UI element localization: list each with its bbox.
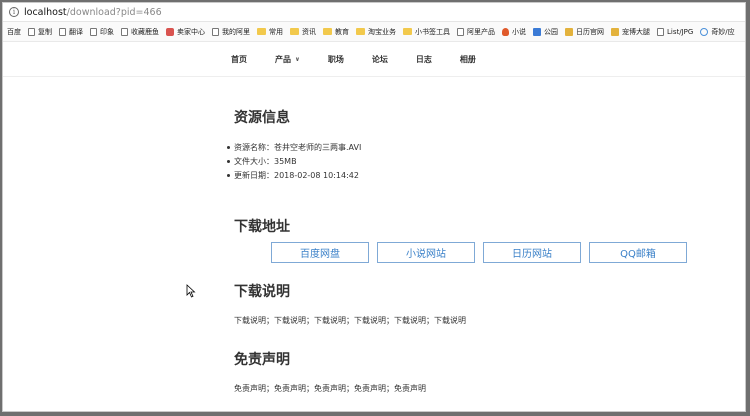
bookmark-item[interactable]: 我的阿里 [212, 27, 250, 37]
bookmark-item[interactable]: 日历官网 [565, 27, 604, 37]
bookmark-label: 翻译 [69, 27, 83, 36]
bookmark-item[interactable]: 常用 [257, 27, 283, 37]
yellow-icon [565, 27, 573, 36]
folder-icon [290, 28, 299, 35]
nav-label: 论坛 [371, 54, 388, 64]
flame-icon [502, 27, 509, 36]
bookmark-item[interactable]: 资讯 [290, 27, 316, 37]
bookmark-label: 淘宝业务 [368, 27, 396, 36]
page-icon [457, 27, 464, 36]
bookmark-label: 我的阿里 [222, 27, 250, 36]
bookmark-item[interactable]: 公园 [533, 27, 558, 37]
file-size: 文件大小：35MB [227, 155, 694, 169]
section-disclaimer: 免责声明 免责声明；免责声明；免责声明；免责声明；免责声明 [234, 349, 694, 394]
main-content: 资源信息 资源名称：苍井空老师的三两事.AVI 文件大小：35MB 更新日期：2… [227, 107, 694, 394]
bookmark-item[interactable]: 教育 [323, 27, 349, 37]
instructions-heading: 下载说明 [234, 284, 290, 300]
bookmark-label: 宠博大腿 [622, 27, 650, 36]
page-icon [657, 27, 664, 36]
bookmark-label: 收藏鹿鱼 [131, 27, 159, 36]
bookmark-item[interactable]: List/JPG [657, 27, 694, 36]
info-icon[interactable]: i [9, 7, 19, 17]
bookmark-label: 复制 [38, 27, 52, 36]
bookmark-label: 公园 [544, 27, 558, 36]
blue-icon [533, 27, 541, 36]
bookmark-label: 教育 [335, 27, 349, 36]
bookmark-label: 百度 [7, 27, 21, 36]
bookmark-item[interactable]: 宠博大腿 [611, 27, 650, 37]
resource-info-heading: 资源信息 [234, 110, 290, 126]
nav-item-5[interactable]: 相册 [460, 54, 476, 65]
globe-icon [700, 27, 709, 36]
nav-label: 相册 [459, 54, 476, 64]
page-icon [28, 27, 35, 36]
bookmark-label: 常用 [269, 27, 283, 36]
bookmark-label: 小说 [512, 27, 526, 36]
bookmark-item[interactable]: 卖家中心 [166, 27, 205, 37]
resource-info-list: 资源名称：苍井空老师的三两事.AVI 文件大小：35MB 更新日期：2018-0… [227, 141, 694, 183]
nav-label: 职场 [327, 54, 344, 64]
page-icon [90, 27, 97, 36]
url-host: localhost [24, 6, 67, 18]
bookmark-item[interactable]: 收藏鹿鱼 [121, 27, 159, 37]
url-path: /download?pid=466 [66, 6, 162, 18]
disclaimer-heading: 免责声明 [234, 352, 290, 368]
nav-item-3[interactable]: 论坛 [372, 54, 388, 65]
download-buttons: 百度网盘 小说网站 日历网站 QQ邮箱 [234, 242, 694, 263]
folder-icon [257, 28, 266, 35]
bookmark-item[interactable]: 小说 [502, 27, 526, 37]
page-icon [212, 27, 219, 36]
chevron-down-icon: ∨ [295, 55, 300, 63]
update-date: 更新日期：2018-02-08 10:14:42 [227, 169, 694, 183]
address-bar[interactable]: i localhost/download?pid=466 [3, 3, 745, 22]
folder-icon [403, 28, 412, 35]
bookmark-label: 奇妙/应 [711, 27, 735, 36]
folder-icon [356, 28, 365, 35]
bookmark-label: 印象 [100, 27, 114, 36]
qq-mail-button[interactable]: QQ邮箱 [589, 242, 687, 263]
nav-item-1[interactable]: 产品 ∨ [275, 54, 300, 65]
baidu-pan-button[interactable]: 百度网盘 [271, 242, 369, 263]
bookmark-item[interactable]: 小书签工具 [403, 27, 450, 37]
bookmark-item[interactable]: 翻译 [59, 27, 83, 37]
page-icon [121, 27, 128, 36]
disclaimer-text: 免责声明；免责声明；免责声明；免责声明；免责声明 [234, 384, 426, 393]
novel-site-button[interactable]: 小说网站 [377, 242, 475, 263]
main-nav: 首页 产品 ∨ 职场 论坛 日志 相册 [3, 42, 745, 77]
nav-label: 首页 [231, 54, 247, 64]
red-icon [166, 27, 174, 36]
nav-label: 日志 [415, 54, 432, 64]
bookmark-label: 小书签工具 [415, 27, 450, 36]
nav-item-2[interactable]: 职场 [328, 54, 344, 65]
nav-item-0[interactable]: 首页 [231, 54, 247, 65]
bookmark-item[interactable]: 复制 [28, 27, 52, 37]
page-icon [59, 27, 66, 36]
bookmark-label: 阿里产品 [467, 27, 495, 36]
bookmark-item[interactable]: 印象 [90, 27, 114, 37]
instructions-text: 下载说明；下载说明；下载说明；下载说明；下载说明；下载说明 [234, 316, 466, 325]
section-instructions: 下载说明 下载说明；下载说明；下载说明；下载说明；下载说明；下载说明 [234, 281, 694, 326]
calendar-site-button[interactable]: 日历网站 [483, 242, 581, 263]
section-download: 下载地址 百度网盘 小说网站 日历网站 QQ邮箱 [234, 216, 694, 263]
bookmark-item[interactable]: 百度 [7, 27, 21, 37]
section-resource-info: 资源信息 资源名称：苍井空老师的三两事.AVI 文件大小：35MB 更新日期：2… [227, 107, 694, 183]
browser-window: i localhost/download?pid=466 百度 复制 翻译 印象 收藏鹿… [2, 2, 746, 412]
bookmark-item[interactable]: 淘宝业务 [356, 27, 396, 37]
bookmark-label: List/JPG [667, 27, 694, 36]
bookmark-item[interactable]: 奇妙/应 [700, 27, 735, 37]
bookmark-label: 资讯 [302, 27, 316, 36]
resource-name: 资源名称：苍井空老师的三两事.AVI [227, 141, 694, 155]
bookmark-label: 卖家中心 [177, 27, 205, 36]
bookmarks-bar: 百度 复制 翻译 印象 收藏鹿鱼 卖家中心 我的阿里 常用 资讯 教育 淘宝业务 小书签工具 阿里产品 小… [3, 22, 745, 42]
nav-item-4[interactable]: 日志 [416, 54, 432, 65]
bookmark-item[interactable]: 阿里产品 [457, 27, 495, 37]
url-text[interactable]: localhost/download?pid=466 [24, 7, 162, 18]
nav-label: 产品 [275, 54, 291, 64]
download-heading: 下载地址 [234, 219, 290, 235]
mouse-cursor-icon [186, 284, 196, 298]
yellow-icon [611, 27, 619, 36]
folder-icon [323, 28, 332, 35]
bookmark-label: 日历官网 [576, 27, 604, 36]
